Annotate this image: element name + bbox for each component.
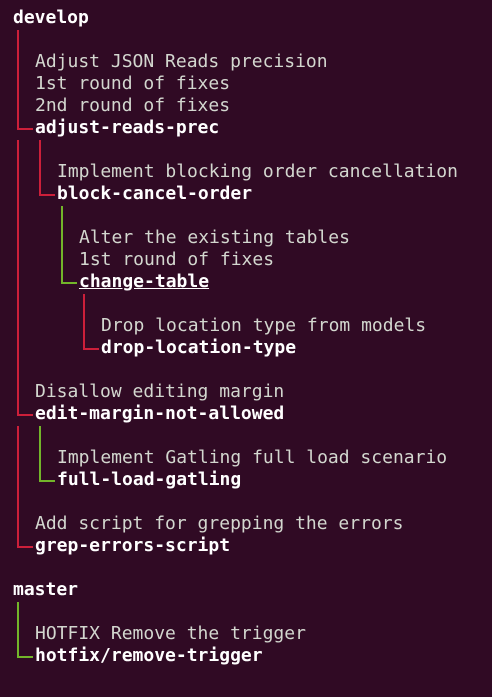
rail-adjust [17, 140, 19, 415]
rail-drop [83, 294, 85, 349]
rail-edit [17, 426, 19, 547]
rail-tee-edit [17, 414, 33, 416]
rail-tee-drop [83, 348, 99, 350]
branch-full-load-gatling[interactable]: full-load-gatling [57, 469, 241, 491]
branch-edit-margin-not-allowed[interactable]: edit-margin-not-allowed [35, 403, 284, 425]
rail-master [17, 602, 19, 657]
branch-grep-errors-script[interactable]: grep-errors-script [35, 535, 230, 557]
commit-line[interactable]: Add script for grepping the errors [35, 513, 403, 535]
commit-line[interactable]: 1st round of fixes [35, 73, 230, 95]
commit-line[interactable]: Implement Gatling full load scenario [57, 447, 447, 469]
rail-develop [17, 30, 19, 129]
rail-change [61, 206, 63, 283]
branch-hotfix-remove-trigger[interactable]: hotfix/remove-trigger [35, 645, 263, 667]
rail-tee-block [39, 194, 55, 196]
commit-line[interactable]: HOTFIX Remove the trigger [35, 623, 306, 645]
root-branch-develop[interactable]: develop [13, 7, 89, 29]
branch-drop-location-type[interactable]: drop-location-type [101, 337, 296, 359]
commit-line[interactable]: 1st round of fixes [79, 249, 274, 271]
branch-adjust-reads-prec[interactable]: adjust-reads-prec [35, 117, 219, 139]
commit-line[interactable]: 2nd round of fixes [35, 95, 230, 117]
commit-line[interactable]: Adjust JSON Reads precision [35, 51, 328, 73]
commit-line[interactable]: Alter the existing tables [79, 227, 350, 249]
branch-change-table-current[interactable]: change-table [79, 271, 209, 293]
root-branch-master[interactable]: master [13, 579, 78, 601]
commit-line[interactable]: Implement blocking order cancellation [57, 161, 458, 183]
rail-tee-hotfix [17, 656, 33, 658]
rail-block [39, 140, 41, 195]
terminal-window: develop Adjust JSON Reads precision 1st … [0, 0, 492, 697]
commit-line[interactable]: Disallow editing margin [35, 381, 284, 403]
branch-block-cancel-order[interactable]: block-cancel-order [57, 183, 252, 205]
rail-tee-gatling [39, 480, 55, 482]
rail-tee-grep [17, 546, 33, 548]
rail-tee-change [61, 282, 77, 284]
commit-line[interactable]: Drop location type from models [101, 315, 426, 337]
rail-tee-adjust [17, 128, 33, 130]
rail-gatling [39, 426, 41, 481]
